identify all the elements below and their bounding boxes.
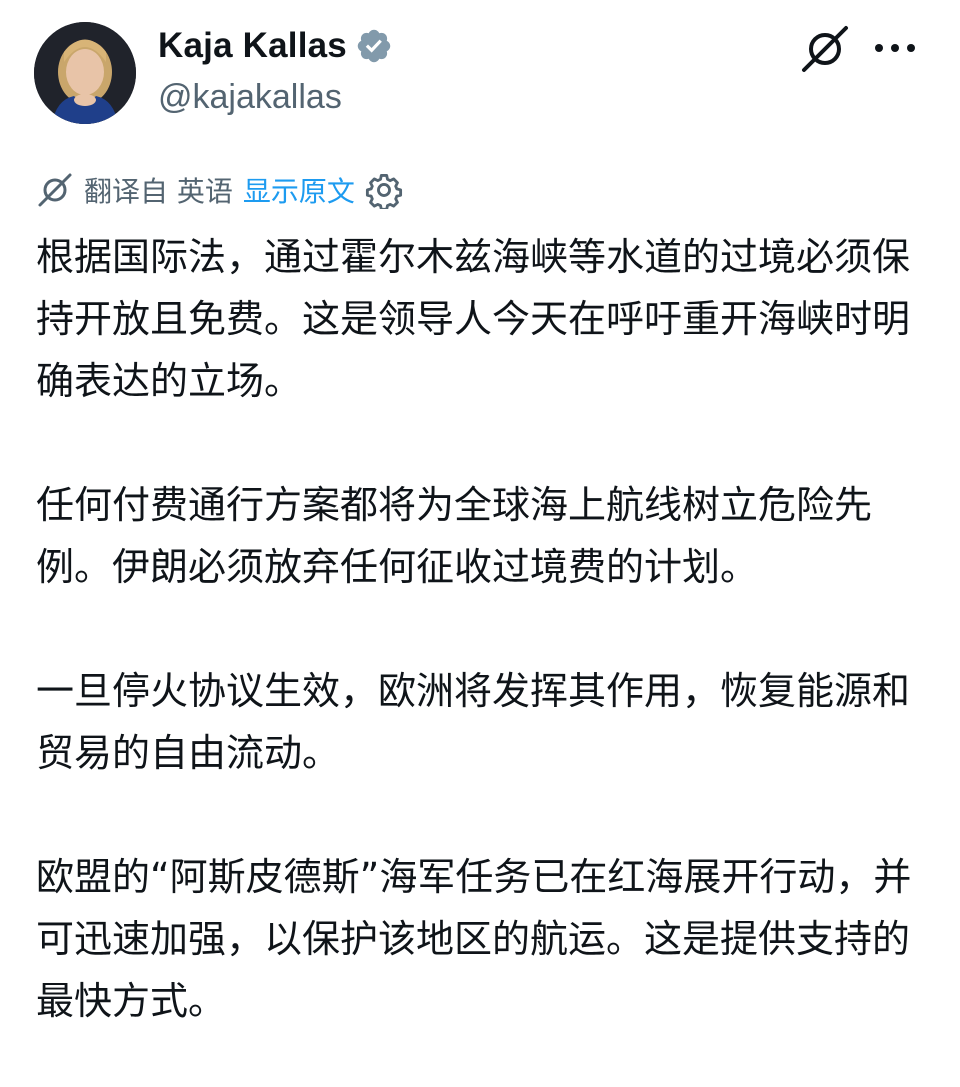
tweet-paragraph: 根据国际法，通过霍尔木兹海峡等水道的过境必须保持开放且免费。这是领导人今天在呼吁… <box>36 235 911 403</box>
grok-icon[interactable] <box>798 22 852 76</box>
translated-from-label: 翻译自 英语 <box>84 175 233 208</box>
tweet-header: Kaja Kallas @kajakallas <box>0 0 960 140</box>
tweet-paragraph: 欧盟的“阿斯皮德斯”海军任务已在红海展开行动，并可迅速加强，以保护该地区的航运。… <box>36 855 912 1023</box>
gear-icon[interactable] <box>365 171 403 211</box>
avatar[interactable] <box>34 22 136 124</box>
tweet-text: 根据国际法，通过霍尔木兹海峡等水道的过境必须保持开放且免费。这是领导人今天在呼吁… <box>36 226 916 1032</box>
more-horizontal-icon[interactable] <box>870 30 920 66</box>
translate-icon <box>36 171 74 209</box>
avatar-photo <box>34 22 136 124</box>
translation-bar: 翻译自 英语 显示原文 <box>36 168 403 212</box>
tweet-paragraph: 任何付费通行方案都将为全球海上航线树立危险先例。伊朗必须放弃任何征收过境费的计划… <box>36 483 873 589</box>
verified-badge-icon[interactable] <box>355 27 393 65</box>
show-original-link[interactable]: 显示原文 <box>243 170 355 210</box>
author-display-name[interactable]: Kaja Kallas <box>158 26 347 66</box>
tweet-paragraph: 一旦停火协议生效，欧洲将发挥其作用，恢复能源和贸易的自由流动。 <box>36 669 911 775</box>
name-row: Kaja Kallas <box>158 26 393 66</box>
author-handle[interactable]: @kajakallas <box>158 78 342 117</box>
